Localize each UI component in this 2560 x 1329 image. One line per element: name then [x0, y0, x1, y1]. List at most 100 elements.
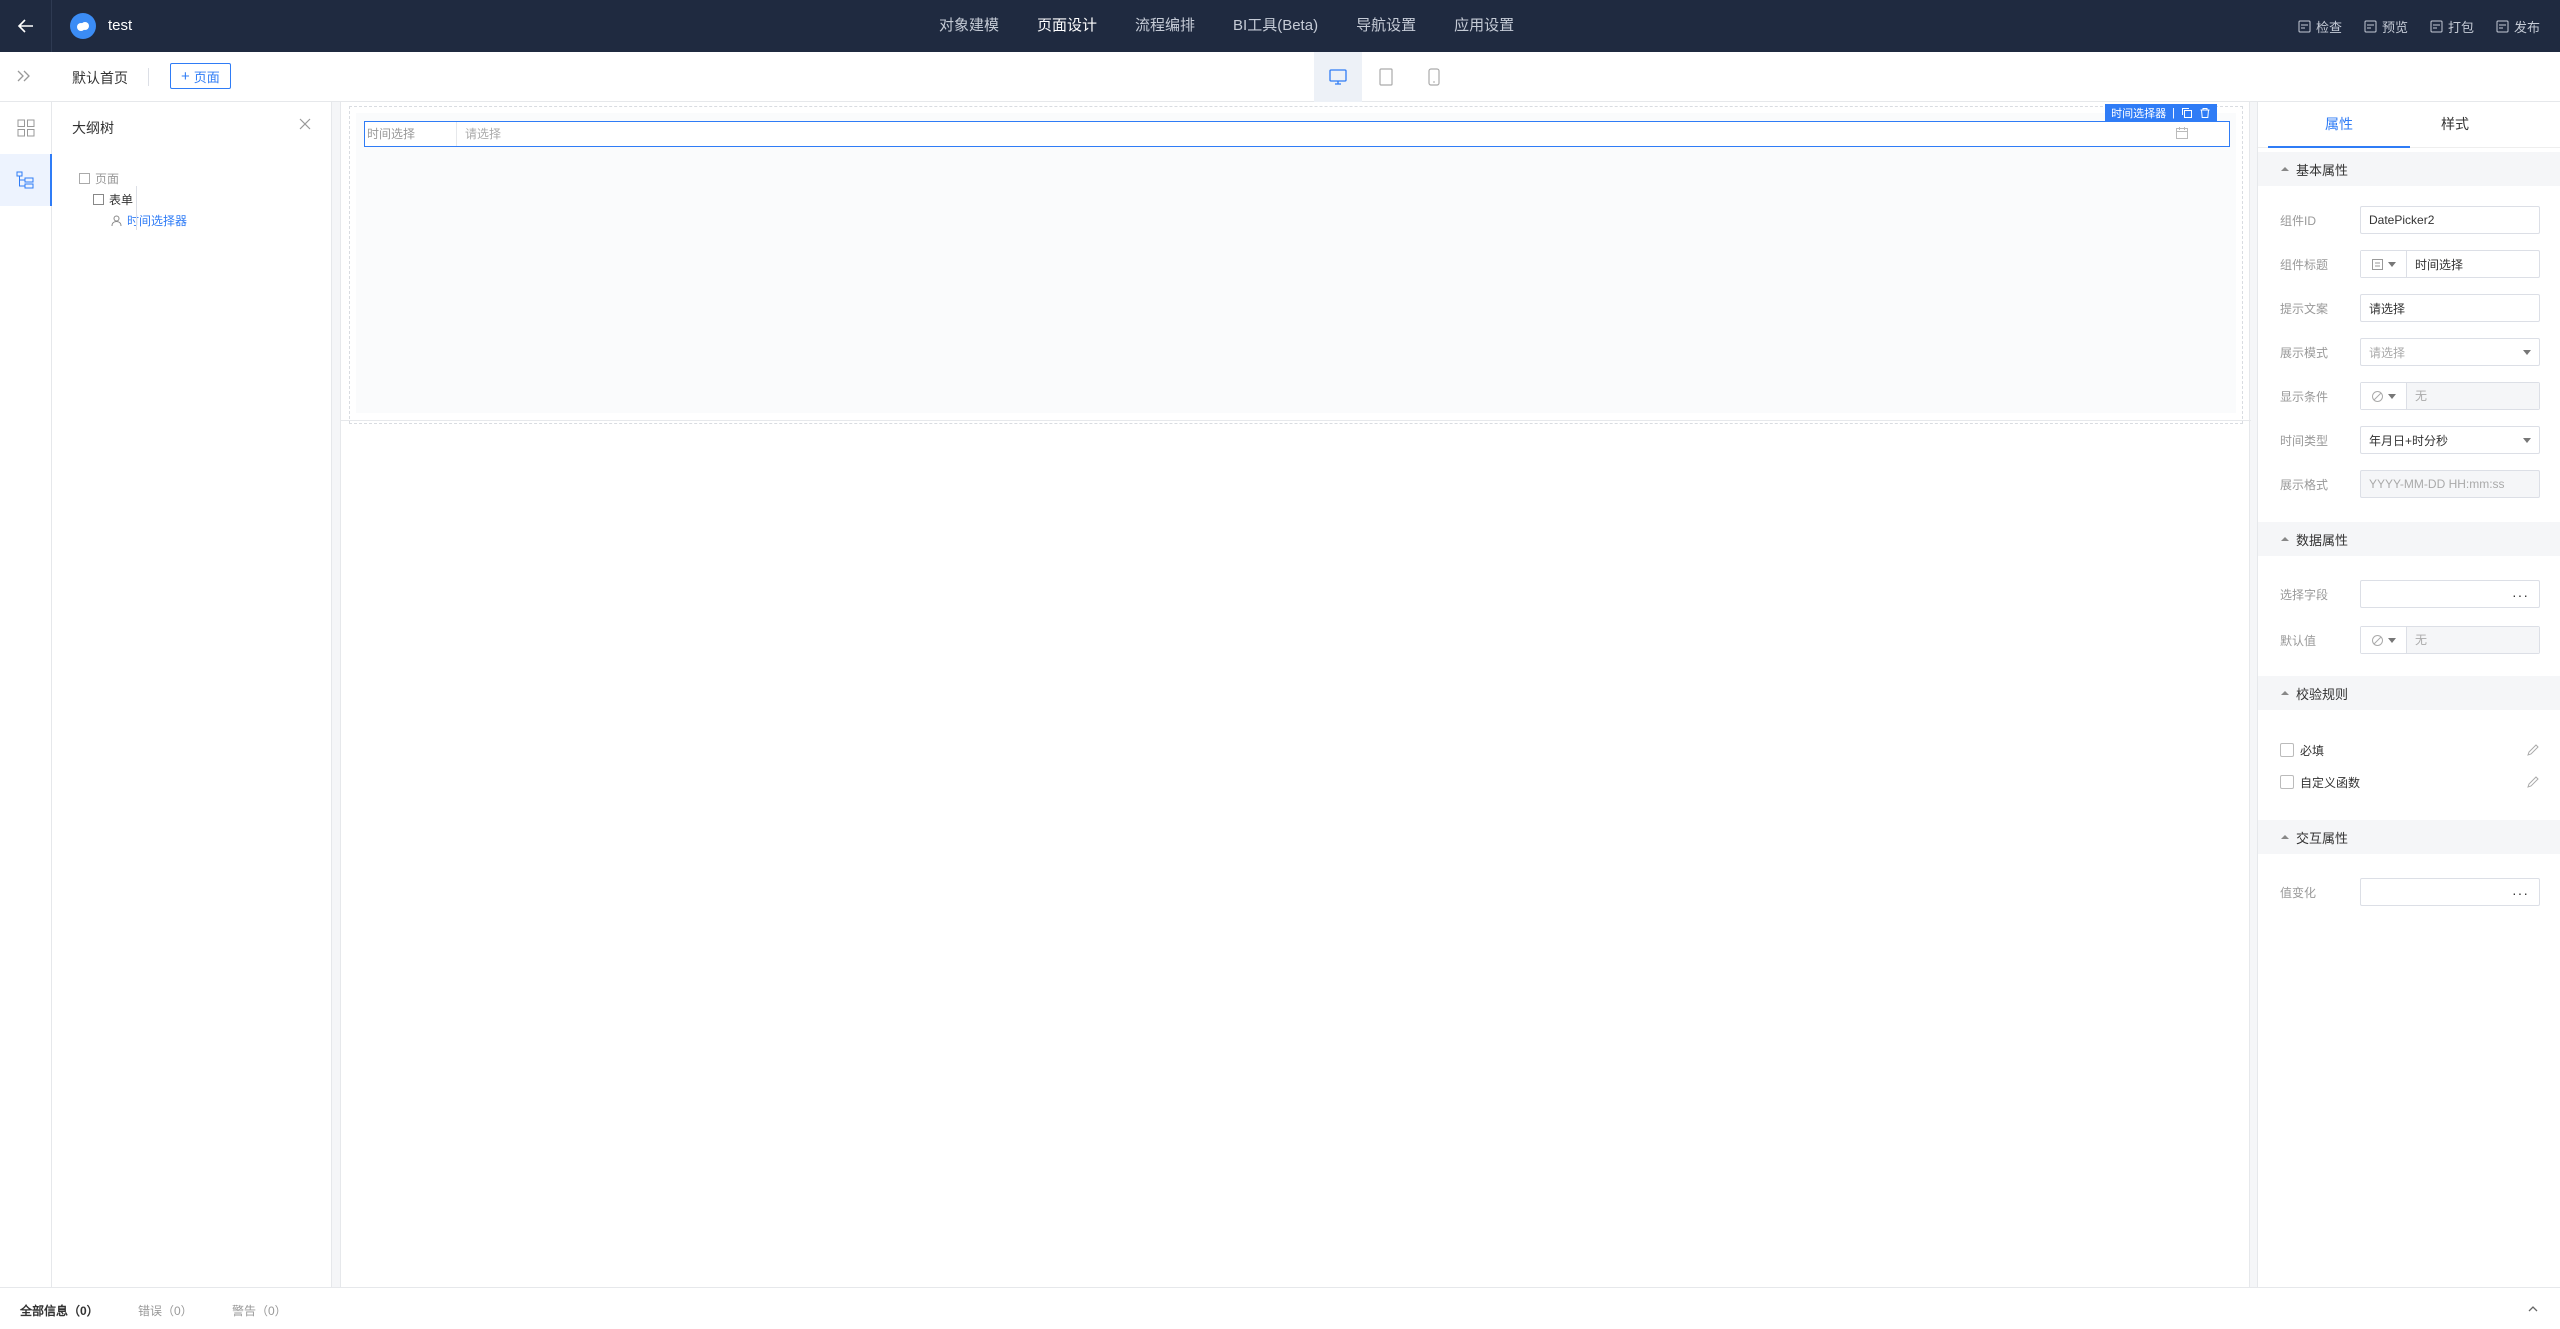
tab-style[interactable]: 样式 [2410, 102, 2500, 148]
nav-bi-tools[interactable]: BI工具(Beta) [1214, 0, 1337, 52]
nav-app-settings[interactable]: 应用设置 [1435, 0, 1533, 52]
nav-object-modeling[interactable]: 对象建模 [920, 0, 1018, 52]
package-button[interactable]: 打包 [2430, 17, 2474, 36]
nav-page-design[interactable]: 页面设计 [1018, 0, 1116, 52]
status-warnings-tab[interactable]: 警告（0） [232, 1302, 287, 1319]
top-bar: test 对象建模 页面设计 流程编排 BI工具(Beta) 导航设置 应用设置… [0, 0, 2560, 52]
preview-icon [2364, 20, 2377, 32]
caret-up-icon [2281, 537, 2289, 541]
package-icon [2430, 20, 2443, 32]
canvas-page[interactable]: 时间选择器 | 时间选择 请选择 [340, 102, 2251, 1287]
tree-node-form[interactable]: 表单 [78, 189, 187, 210]
toolbar-divider [148, 68, 149, 86]
component-title-input[interactable]: 时间选择 [2360, 250, 2540, 278]
prop-default-value: 默认值 无 [2280, 626, 2540, 654]
default-mode-select[interactable] [2361, 627, 2407, 653]
hint-text-input[interactable]: 请选择 [2360, 294, 2540, 322]
time-picker-field[interactable]: 时间选择器 | 时间选择 请选择 [364, 104, 2230, 147]
double-chevron-right-icon [17, 70, 30, 82]
prop-hint-text: 提示文案 请选择 [2280, 294, 2540, 322]
outline-title: 大纲树 [72, 120, 114, 136]
caret-up-icon [2281, 691, 2289, 695]
section-interaction-header[interactable]: 交互属性 [2258, 820, 2560, 854]
check-button[interactable]: 检查 [2298, 17, 2342, 36]
tree-icon [16, 171, 34, 189]
delete-icon[interactable] [2199, 107, 2211, 119]
outline-panel-button[interactable] [0, 154, 52, 206]
section-basic-header[interactable]: 基本属性 [2258, 152, 2560, 186]
tab-properties[interactable]: 属性 [2268, 102, 2410, 148]
device-desktop-button[interactable] [1314, 52, 1362, 102]
chevron-down-icon [2388, 637, 2396, 643]
default-value-input[interactable]: 无 [2360, 626, 2540, 654]
arrow-left-icon [17, 19, 33, 33]
edit-icon[interactable] [2526, 775, 2540, 789]
title-mode-select[interactable] [2361, 251, 2407, 277]
caret-up-icon [2281, 167, 2289, 171]
preview-button[interactable]: 预览 [2364, 17, 2408, 36]
current-page-name[interactable]: 默认首页 [72, 68, 128, 88]
prop-component-id: 组件ID DatePicker2 [2280, 206, 2540, 234]
tablet-icon [1379, 68, 1393, 86]
close-outline-button[interactable] [297, 116, 313, 135]
prop-component-title: 组件标题 时间选择 [2280, 250, 2540, 278]
condition-mode-select[interactable] [2361, 383, 2407, 409]
app-name: test [108, 17, 133, 34]
chevron-down-icon [2523, 350, 2531, 355]
section-validation-header[interactable]: 校验规则 [2258, 676, 2560, 710]
nav-flow-orchestration[interactable]: 流程编排 [1116, 0, 1214, 52]
chevron-down-icon [2388, 393, 2396, 399]
more-icon[interactable]: ··· [2512, 587, 2529, 603]
tree-node-page[interactable]: 页面 [78, 168, 187, 189]
mobile-icon [1428, 68, 1440, 86]
check-doc-icon [2298, 20, 2311, 32]
required-checkbox[interactable] [2280, 743, 2294, 757]
time-picker-placeholder[interactable]: 请选择 [465, 122, 501, 146]
section-data-header[interactable]: 数据属性 [2258, 522, 2560, 556]
copy-icon[interactable] [2181, 107, 2193, 119]
time-picker-label: 时间选择 [365, 122, 457, 146]
components-panel-button[interactable] [0, 102, 52, 154]
prop-select-field: 选择字段 ··· [2280, 580, 2540, 608]
form-container[interactable]: 时间选择器 | 时间选择 请选择 [349, 104, 2243, 424]
device-switcher [1314, 52, 1458, 102]
prop-display-mode: 展示模式 请选择 [2280, 338, 2540, 366]
select-field-input[interactable]: ··· [2360, 580, 2540, 608]
rule-required: 必填 [2280, 740, 2540, 760]
calendar-icon[interactable] [2175, 126, 2189, 140]
page-toolbar: 默认首页 + 页面 [0, 52, 2560, 102]
status-all-tab[interactable]: 全部信息（0） [20, 1302, 99, 1319]
nav-navigation-settings[interactable]: 导航设置 [1337, 0, 1435, 52]
display-mode-select[interactable]: 请选择 [2360, 338, 2540, 366]
component-id-input[interactable]: DatePicker2 [2360, 206, 2540, 234]
selected-component-badge: 时间选择器 | [2105, 104, 2217, 122]
desktop-icon [1329, 69, 1347, 85]
expand-sidebar-button[interactable] [14, 66, 34, 89]
add-page-button[interactable]: + 页面 [170, 63, 231, 89]
outline-tree: 页面 表单 时间选择器 [78, 168, 187, 231]
header-actions: 检查 预览 打包 发布 [2298, 0, 2540, 52]
prop-time-type: 时间类型 年月日+时分秒 [2280, 426, 2540, 454]
more-icon[interactable]: ··· [2512, 885, 2529, 901]
form-body [356, 113, 2236, 413]
back-button[interactable] [0, 0, 52, 52]
tree-node-time-picker[interactable]: 时间选择器 [78, 210, 187, 231]
properties-tabs: 属性 样式 [2258, 102, 2560, 148]
prop-display-format: 展示格式 YYYY-MM-DD HH:mm:ss [2280, 470, 2540, 498]
device-mobile-button[interactable] [1410, 52, 1458, 102]
custom-function-checkbox[interactable] [2280, 775, 2294, 789]
collapse-console-button[interactable] [2526, 1302, 2540, 1319]
edit-icon[interactable] [2526, 743, 2540, 757]
disabled-circle-icon [2372, 634, 2383, 646]
chevron-down-icon [2388, 261, 2396, 267]
time-type-select[interactable]: 年月日+时分秒 [2360, 426, 2540, 454]
on-change-input[interactable]: ··· [2360, 878, 2540, 906]
properties-panel: 属性 样式 基本属性 组件ID DatePicker2 组件标题 时间选择 提示… [2258, 102, 2560, 1287]
publish-button[interactable]: 发布 [2496, 17, 2540, 36]
device-tablet-button[interactable] [1362, 52, 1410, 102]
chevron-down-icon [2523, 438, 2531, 443]
cloud-icon [77, 22, 89, 31]
display-condition-input[interactable]: 无 [2360, 382, 2540, 410]
tree-guide-line [136, 186, 137, 230]
status-errors-tab[interactable]: 错误（0） [138, 1302, 193, 1319]
